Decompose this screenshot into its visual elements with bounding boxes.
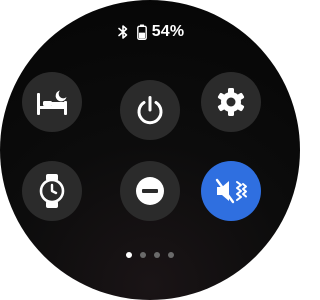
bed-moon-icon (34, 87, 70, 117)
minus-circle-icon (134, 175, 166, 207)
bluetooth-icon (116, 24, 130, 40)
power-button[interactable] (120, 80, 180, 140)
page-indicator[interactable] (0, 252, 300, 258)
page-dot[interactable] (126, 252, 132, 258)
mute-vibrate-icon (214, 175, 248, 207)
page-dot[interactable] (168, 252, 174, 258)
watch-icon (38, 173, 66, 209)
gear-icon (215, 86, 247, 118)
page-dot[interactable] (154, 252, 160, 258)
bedtime-mode-button[interactable] (22, 72, 82, 132)
power-icon (134, 94, 166, 126)
status-bar: 54% (0, 22, 300, 42)
watch-button[interactable] (22, 161, 82, 221)
sound-mode-button[interactable] (201, 161, 261, 221)
watch-quick-panel: 54% (0, 0, 300, 300)
do-not-disturb-button[interactable] (120, 161, 180, 221)
settings-button[interactable] (201, 72, 261, 132)
battery-percent: 54% (151, 23, 185, 40)
battery-icon (136, 24, 147, 40)
page-dot[interactable] (140, 252, 146, 258)
